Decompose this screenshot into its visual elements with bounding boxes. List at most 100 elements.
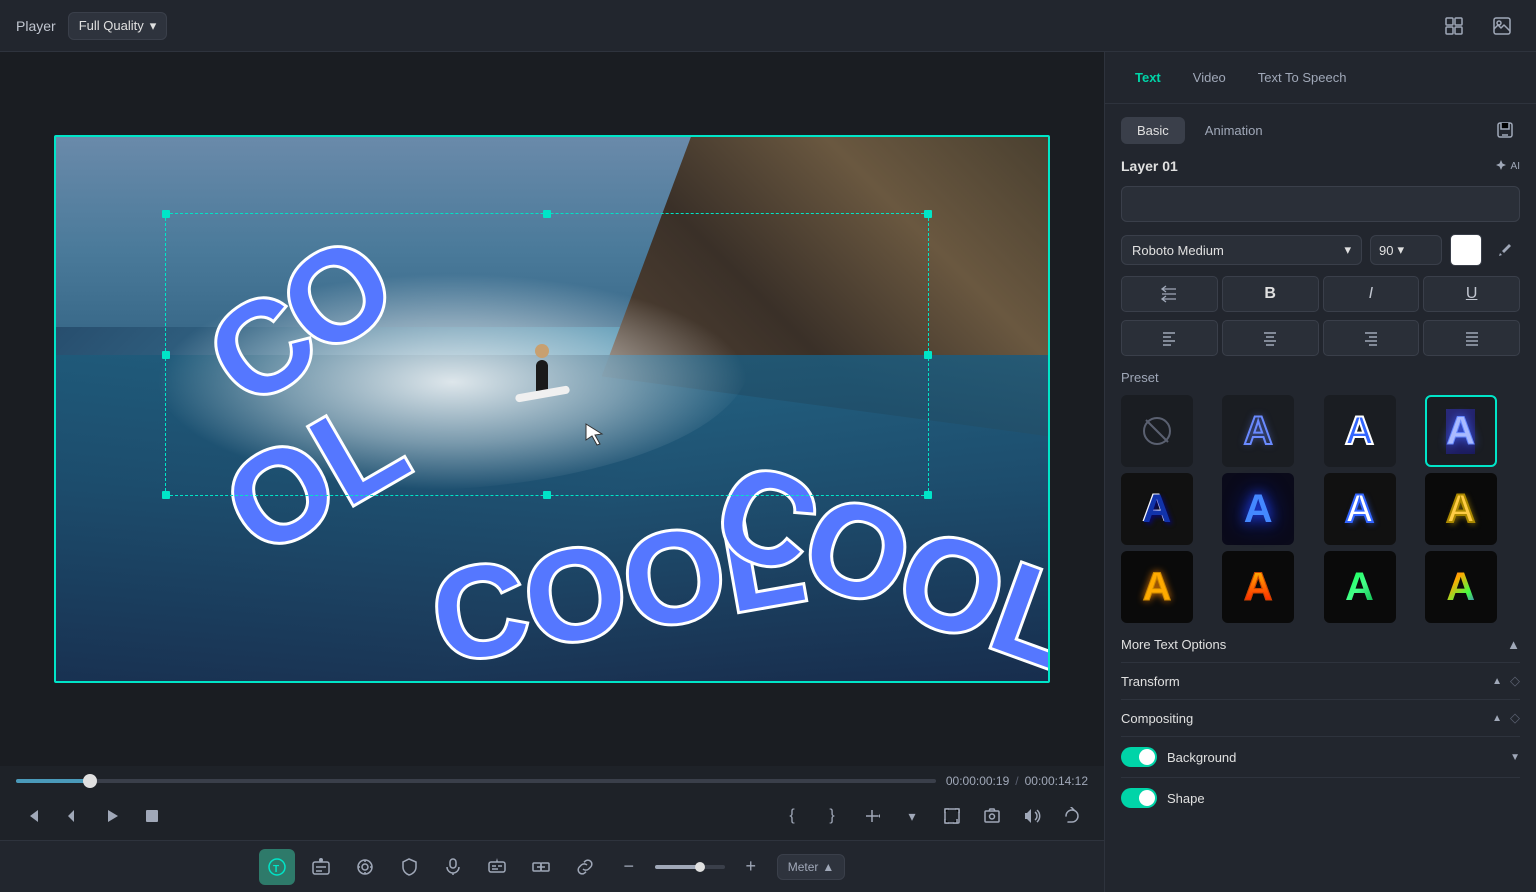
player-section: CO OL COOL COOL <box>0 52 1104 892</box>
font-row: Roboto Medium ▾ 90 ▾ <box>1121 234 1520 266</box>
tab-video[interactable]: Video <box>1179 62 1240 93</box>
current-time: 00:00:00:19 <box>946 774 1009 788</box>
preset-1[interactable]: A <box>1222 395 1294 467</box>
preset-6[interactable]: A <box>1324 473 1396 545</box>
progress-bar-track[interactable] <box>16 779 936 783</box>
align-row <box>1121 320 1520 356</box>
compositing-diamond-icon: ◇ <box>1510 710 1520 726</box>
undo-button[interactable] <box>1056 800 1088 832</box>
zoom-out-button[interactable]: − <box>611 849 647 885</box>
bracket-open-button[interactable]: { <box>776 800 808 832</box>
top-bar-left: Player Full Quality ▾ <box>16 12 1436 40</box>
preset-4[interactable]: A <box>1121 473 1193 545</box>
split-dropdown[interactable]: ▾ <box>896 800 928 832</box>
preset-5[interactable]: A <box>1222 473 1294 545</box>
preset-3[interactable]: A <box>1425 395 1497 467</box>
grid-view-button[interactable] <box>1436 8 1472 44</box>
more-text-options-label: More Text Options <box>1121 637 1226 652</box>
align-justify-button[interactable] <box>1423 320 1520 356</box>
transform-section-header[interactable]: Transform ▲ ◇ <box>1121 662 1520 699</box>
total-time: 00:00:14:12 <box>1025 774 1088 788</box>
align-left-button[interactable] <box>1121 320 1218 356</box>
shape-toggle[interactable] <box>1121 788 1157 808</box>
bracket-close-button[interactable]: } <box>816 800 848 832</box>
preset-10[interactable]: A <box>1324 551 1396 623</box>
video-wrapper: CO OL COOL COOL <box>54 135 1050 683</box>
preset-7[interactable]: A <box>1425 473 1497 545</box>
layer-row: Layer 01 AI <box>1121 158 1520 174</box>
right-panel: Text Video Text To Speech Basic Animatio… <box>1104 52 1536 892</box>
captions-button[interactable] <box>479 849 515 885</box>
background-chevron-icon: ▼ <box>1510 752 1520 763</box>
preset-8[interactable]: A <box>1121 551 1193 623</box>
align-center-button[interactable] <box>1222 320 1319 356</box>
zoom-handle[interactable] <box>695 862 705 872</box>
shield-button[interactable] <box>391 849 427 885</box>
compositing-section-header[interactable]: Compositing ▲ ◇ <box>1121 699 1520 736</box>
preset-2[interactable]: A <box>1324 395 1396 467</box>
svg-text:T: T <box>273 864 279 875</box>
video-controls: 00:00:00:19 / 00:00:14:12 <box>0 766 1104 840</box>
volume-button[interactable] <box>1016 800 1048 832</box>
font-selector[interactable]: Roboto Medium ▾ <box>1121 235 1362 265</box>
trim-button[interactable] <box>856 800 888 832</box>
mic-button[interactable] <box>435 849 471 885</box>
image-view-button[interactable] <box>1484 8 1520 44</box>
step-back-button[interactable] <box>56 800 88 832</box>
sub-tab-animation[interactable]: Animation <box>1189 117 1279 144</box>
transform-diamond-icon: ◇ <box>1510 673 1520 689</box>
quality-select[interactable]: Full Quality ▾ <box>68 12 168 40</box>
zoom-track[interactable] <box>655 865 725 869</box>
play-button[interactable] <box>96 800 128 832</box>
transform-label: Transform <box>1121 674 1180 689</box>
font-size-input[interactable]: 90 ▾ <box>1370 235 1442 265</box>
zoom-in-button[interactable]: + <box>733 849 769 885</box>
bold-button[interactable]: B <box>1222 276 1319 312</box>
target-button[interactable] <box>347 849 383 885</box>
font-name: Roboto Medium <box>1132 243 1224 258</box>
italic-button[interactable]: I <box>1323 276 1420 312</box>
meter-chevron-icon: ▲ <box>822 860 834 874</box>
ai-edit-button[interactable]: AI <box>1494 159 1520 173</box>
screenshot-button[interactable] <box>976 800 1008 832</box>
sub-tab-basic[interactable]: Basic <box>1121 117 1185 144</box>
zoom-fill <box>655 865 701 869</box>
background-toggle[interactable] <box>1121 747 1157 767</box>
eyedropper-button[interactable] <box>1490 235 1520 265</box>
link-button[interactable] <box>567 849 603 885</box>
size-chevron-icon: ▾ <box>1397 242 1404 258</box>
preset-11[interactable]: A <box>1425 551 1497 623</box>
player-label: Player <box>16 18 56 34</box>
main-area: CO OL COOL COOL <box>0 52 1536 892</box>
underline-button[interactable]: U <box>1423 276 1520 312</box>
stop-button[interactable] <box>136 800 168 832</box>
tab-text[interactable]: Text <box>1121 62 1175 93</box>
surfer-head <box>535 344 549 358</box>
background-label: Background <box>1167 750 1502 765</box>
color-swatch[interactable] <box>1450 234 1482 266</box>
video-container: CO OL COOL COOL <box>0 52 1104 766</box>
meter-button[interactable]: Meter ▲ <box>777 854 846 880</box>
preset-label: Preset <box>1121 370 1520 385</box>
align-right-button[interactable] <box>1323 320 1420 356</box>
font-chevron-icon: ▾ <box>1344 242 1351 258</box>
fullscreen-button[interactable] <box>936 800 968 832</box>
save-preset-button[interactable] <box>1490 116 1520 144</box>
more-text-options-row[interactable]: More Text Options ▲ <box>1121 637 1520 652</box>
subtitle-button[interactable] <box>303 849 339 885</box>
preset-9[interactable]: A <box>1222 551 1294 623</box>
skip-back-button[interactable] <box>16 800 48 832</box>
text-tool-button[interactable]: T <box>259 849 295 885</box>
zoom-slider-container <box>655 865 725 869</box>
more-options-chevron-icon: ▲ <box>1507 637 1520 652</box>
compositing-label: Compositing <box>1121 711 1193 726</box>
convert-button[interactable] <box>523 849 559 885</box>
progress-handle[interactable] <box>83 774 97 788</box>
font-size-value: 90 <box>1379 243 1393 258</box>
line-height-button[interactable] <box>1121 276 1218 312</box>
preset-none[interactable] <box>1121 395 1193 467</box>
preset-grid: A A A A A A A <box>1121 395 1520 623</box>
tab-tts[interactable]: Text To Speech <box>1244 62 1361 93</box>
top-bar: Player Full Quality ▾ <box>0 0 1536 52</box>
text-input[interactable] <box>1121 186 1520 222</box>
